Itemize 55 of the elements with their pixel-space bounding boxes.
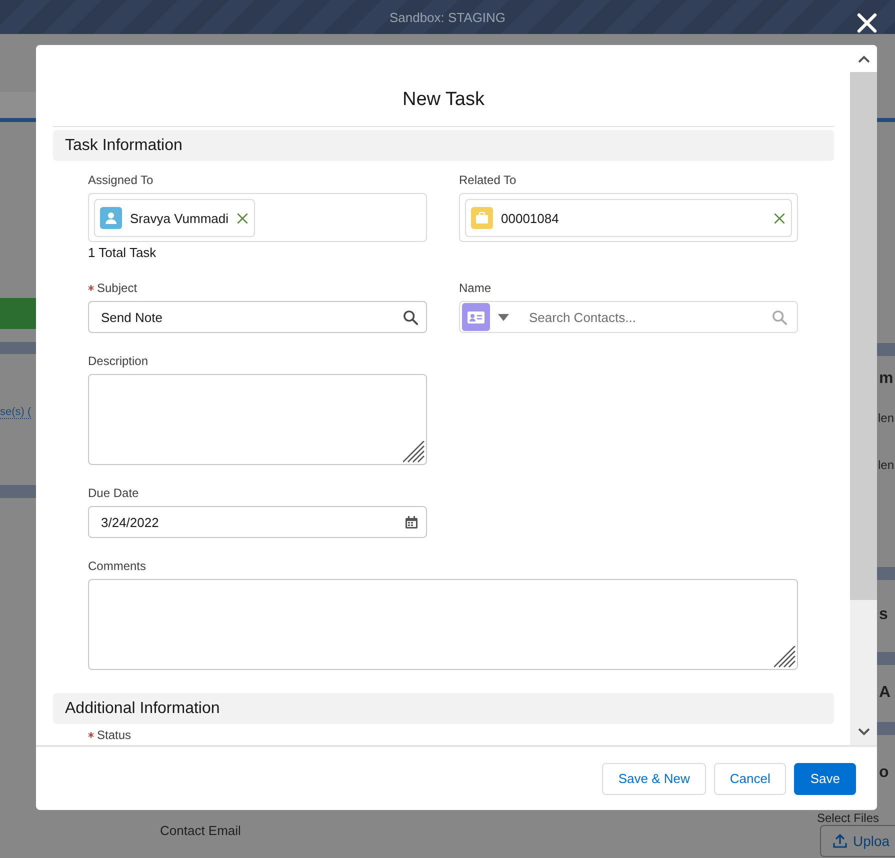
close-button[interactable] [855, 11, 879, 35]
subject-input[interactable]: Send Note [88, 301, 427, 333]
caret-icon [498, 314, 509, 320]
contact-search-field[interactable]: Search Contacts... [459, 301, 798, 333]
background-upload-hint: Select Files [817, 811, 880, 825]
lookup-field[interactable]: 00001084 [459, 193, 798, 242]
field-label: Description [88, 354, 150, 368]
close-icon [236, 212, 248, 224]
dialog-title: New Task [402, 88, 484, 110]
field-label: Status [88, 728, 427, 742]
task-count: 1 Total Task [88, 245, 158, 260]
background-band [0, 342, 36, 354]
section-header: Additional Information [53, 693, 834, 724]
background-band [877, 652, 895, 665]
field-label: Related To [459, 173, 518, 187]
environment-title: Sandbox: STAGING [389, 10, 506, 24]
resize-grip-icon[interactable] [403, 441, 425, 463]
background-field-label: Contact Email [160, 823, 241, 838]
scrollbar[interactable] [850, 45, 877, 745]
field-label: Due Date [88, 486, 140, 500]
background-text: len [878, 458, 894, 472]
chevron-up-icon [858, 54, 870, 62]
background-heading: A [879, 684, 891, 702]
save-button[interactable]: Save [794, 762, 856, 794]
scroll-up-button[interactable] [850, 45, 877, 72]
calendar-icon [405, 516, 418, 528]
background-heading: m [879, 370, 894, 388]
contact-card-icon [462, 303, 490, 331]
record-pill[interactable]: 00001084 [465, 199, 792, 237]
scroll-thumb[interactable] [850, 72, 877, 600]
date-input[interactable]: 3/24/2022 [88, 506, 427, 538]
background-heading: s [879, 606, 888, 624]
footer-button[interactable]: Save & New [602, 762, 706, 794]
resize-grip-icon[interactable] [774, 646, 796, 668]
chevron-down-icon [858, 728, 870, 736]
close-icon [774, 212, 785, 224]
section-header: Task Information [53, 130, 834, 161]
field-label: Assigned To [88, 173, 154, 187]
user-icon [100, 207, 122, 229]
search-icon [403, 310, 418, 324]
lookup-field[interactable]: Sravya Vummadi [88, 193, 427, 242]
background-text: len [878, 411, 894, 425]
field-label: Subject [88, 281, 427, 295]
field-label: Comments [88, 559, 148, 573]
footer-button[interactable]: Cancel [714, 762, 786, 794]
briefcase-icon [471, 207, 493, 229]
field-label: Name [459, 281, 492, 295]
search-icon [772, 310, 787, 324]
background-band [877, 567, 895, 580]
background-heading: o [879, 764, 889, 782]
background-band [877, 722, 895, 735]
upload-icon [833, 834, 847, 848]
background-band [877, 343, 895, 356]
background-band [0, 485, 36, 498]
user-pill[interactable]: Sravya Vummadi [94, 199, 254, 237]
